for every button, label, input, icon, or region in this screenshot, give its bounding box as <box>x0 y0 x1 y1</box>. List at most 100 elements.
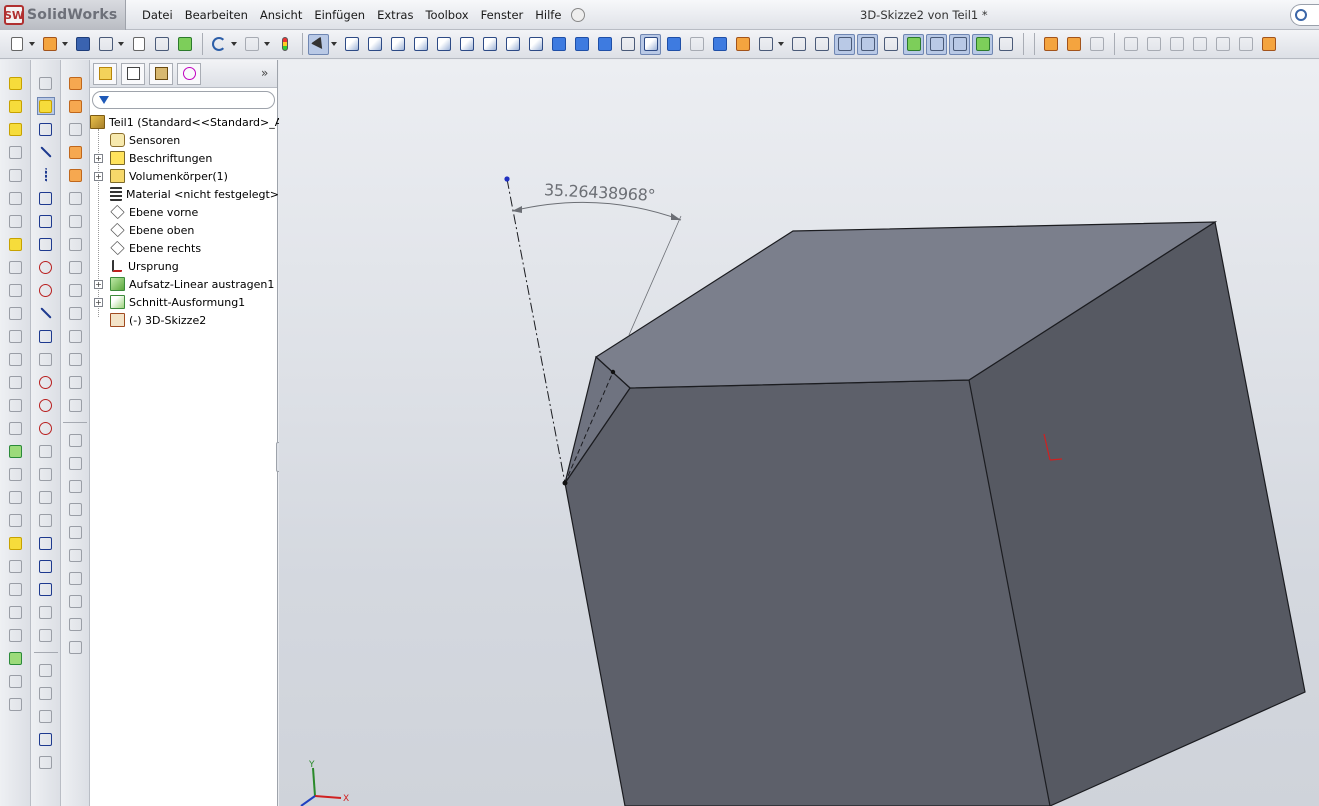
feature-tool-12[interactable] <box>6 327 24 345</box>
feature-tool-6[interactable] <box>6 189 24 207</box>
line-button[interactable] <box>37 143 55 161</box>
search-box[interactable] <box>1290 4 1319 26</box>
feature-tool-16[interactable] <box>6 419 24 437</box>
center-rectangle-button[interactable] <box>37 212 55 230</box>
sketch-button[interactable] <box>37 74 55 92</box>
properties-button[interactable] <box>151 34 172 55</box>
menu-extras[interactable]: Extras <box>371 8 419 22</box>
view-lights-button[interactable] <box>972 33 993 55</box>
tool-8[interactable] <box>66 235 84 253</box>
tool-14[interactable] <box>66 373 84 391</box>
pattern-button[interactable] <box>37 603 55 621</box>
tree-item-front-plane[interactable]: Ebene vorne <box>110 203 198 221</box>
tree-item-boss-extrude[interactable]: + Aufsatz-Linear austragen1 <box>94 275 274 293</box>
undo-dropdown[interactable] <box>231 34 238 55</box>
expand-toggle-icon[interactable]: + <box>94 297 103 307</box>
spline-button[interactable] <box>37 534 55 552</box>
feature-tool-17[interactable] <box>6 442 24 460</box>
3d-sketch-button[interactable] <box>36 97 55 115</box>
tool-16[interactable] <box>66 431 84 449</box>
equation-curve-button[interactable] <box>37 580 55 598</box>
tree-item-cut-loft[interactable]: + Schnitt-Ausformung1 <box>94 293 245 311</box>
circular-pattern-button[interactable] <box>37 626 55 644</box>
view-back-button[interactable] <box>364 34 385 55</box>
tree-filter-input[interactable] <box>92 91 275 109</box>
save-button[interactable] <box>72 34 93 55</box>
rectangle-button[interactable] <box>37 235 55 253</box>
hidden-lines-button[interactable] <box>686 34 707 55</box>
tool-23[interactable] <box>66 592 84 610</box>
tool-7[interactable] <box>66 212 84 230</box>
tool-25[interactable] <box>66 638 84 656</box>
feature-tool-21[interactable] <box>6 534 24 552</box>
feature-tool-10[interactable] <box>6 281 24 299</box>
offset-button[interactable] <box>37 684 55 702</box>
toolbar-button-7[interactable] <box>1258 34 1279 55</box>
shaded-button[interactable] <box>663 34 684 55</box>
sketch-vertex[interactable] <box>562 480 568 486</box>
view-top-button[interactable] <box>433 34 454 55</box>
menu-bearbeiten[interactable]: Bearbeiten <box>179 8 254 22</box>
rebuild-button[interactable] <box>174 34 195 55</box>
view-points-button[interactable] <box>880 34 901 55</box>
open-button[interactable] <box>39 34 60 55</box>
tangent-arc-button[interactable] <box>37 304 55 322</box>
menu-datei[interactable]: Datei <box>136 8 179 22</box>
graphics-area[interactable]: Y X 35.26438968° <box>279 60 1319 806</box>
open-dropdown[interactable] <box>62 34 69 55</box>
feature-tool-5[interactable] <box>6 166 24 184</box>
menu-einfuegen[interactable]: Einfügen <box>308 8 371 22</box>
new-document-button[interactable] <box>6 34 27 55</box>
fillet-button[interactable] <box>37 557 55 575</box>
circle-button[interactable] <box>37 258 55 276</box>
feature-tool-20[interactable] <box>6 511 24 529</box>
rebuild-traffic-light-button[interactable] <box>274 34 295 55</box>
appearance-button[interactable] <box>732 34 753 55</box>
dimension-arc[interactable] <box>511 201 682 221</box>
view-orientation-dropdown[interactable] <box>778 34 785 55</box>
feature-tool-3[interactable] <box>6 120 24 138</box>
view-dimetric-button[interactable] <box>525 34 546 55</box>
tool-17[interactable] <box>66 454 84 472</box>
feature-tool-23[interactable] <box>6 580 24 598</box>
feature-tool-27[interactable] <box>6 672 24 690</box>
warning-button[interactable] <box>37 707 55 725</box>
sketch-centerline[interactable] <box>506 178 566 484</box>
tab-feature-manager[interactable] <box>93 62 117 85</box>
toolbar-button-3[interactable] <box>1166 34 1187 55</box>
parallelogram-button[interactable] <box>37 419 55 437</box>
menu-hilfe[interactable]: Hilfe <box>529 8 567 22</box>
rotate-component-button[interactable] <box>1063 34 1084 55</box>
tree-item-origin[interactable]: Ursprung <box>110 257 179 275</box>
view-sketch-relations-button[interactable] <box>926 33 947 55</box>
tool-15[interactable] <box>66 396 84 414</box>
zoom-to-fit-button[interactable] <box>571 34 592 55</box>
feature-tool-25[interactable] <box>6 626 24 644</box>
sketch-endpoint[interactable] <box>610 369 616 375</box>
tool-21[interactable] <box>66 546 84 564</box>
sweep-button[interactable] <box>66 120 84 138</box>
centerline-button[interactable] <box>37 166 55 184</box>
zoom-area-button[interactable] <box>594 34 615 55</box>
display-relations-button[interactable] <box>37 753 55 771</box>
polygon-button[interactable] <box>37 373 55 391</box>
display-style-button[interactable] <box>788 34 809 55</box>
feature-tool-24[interactable] <box>6 603 24 621</box>
feature-tool-1[interactable] <box>6 74 24 92</box>
feature-tool-7[interactable] <box>6 212 24 230</box>
parabola-button[interactable] <box>37 511 55 529</box>
view-bottom-button[interactable] <box>456 34 477 55</box>
shaded-with-edges-button[interactable] <box>640 33 661 55</box>
print-dropdown[interactable] <box>118 34 125 55</box>
tab-configuration-manager[interactable] <box>149 62 173 85</box>
tree-item-right-plane[interactable]: Ebene rechts <box>110 239 201 257</box>
relations-button[interactable] <box>37 730 55 748</box>
feature-tool-13[interactable] <box>6 350 24 368</box>
tool-11[interactable] <box>66 304 84 322</box>
tool-22[interactable] <box>66 569 84 587</box>
redo-dropdown[interactable] <box>264 34 271 55</box>
tab-dimxpert-manager[interactable] <box>177 62 201 85</box>
ellipse-button[interactable] <box>37 350 55 368</box>
expand-panel-icon[interactable]: » <box>261 66 268 80</box>
tool-6[interactable] <box>66 189 84 207</box>
